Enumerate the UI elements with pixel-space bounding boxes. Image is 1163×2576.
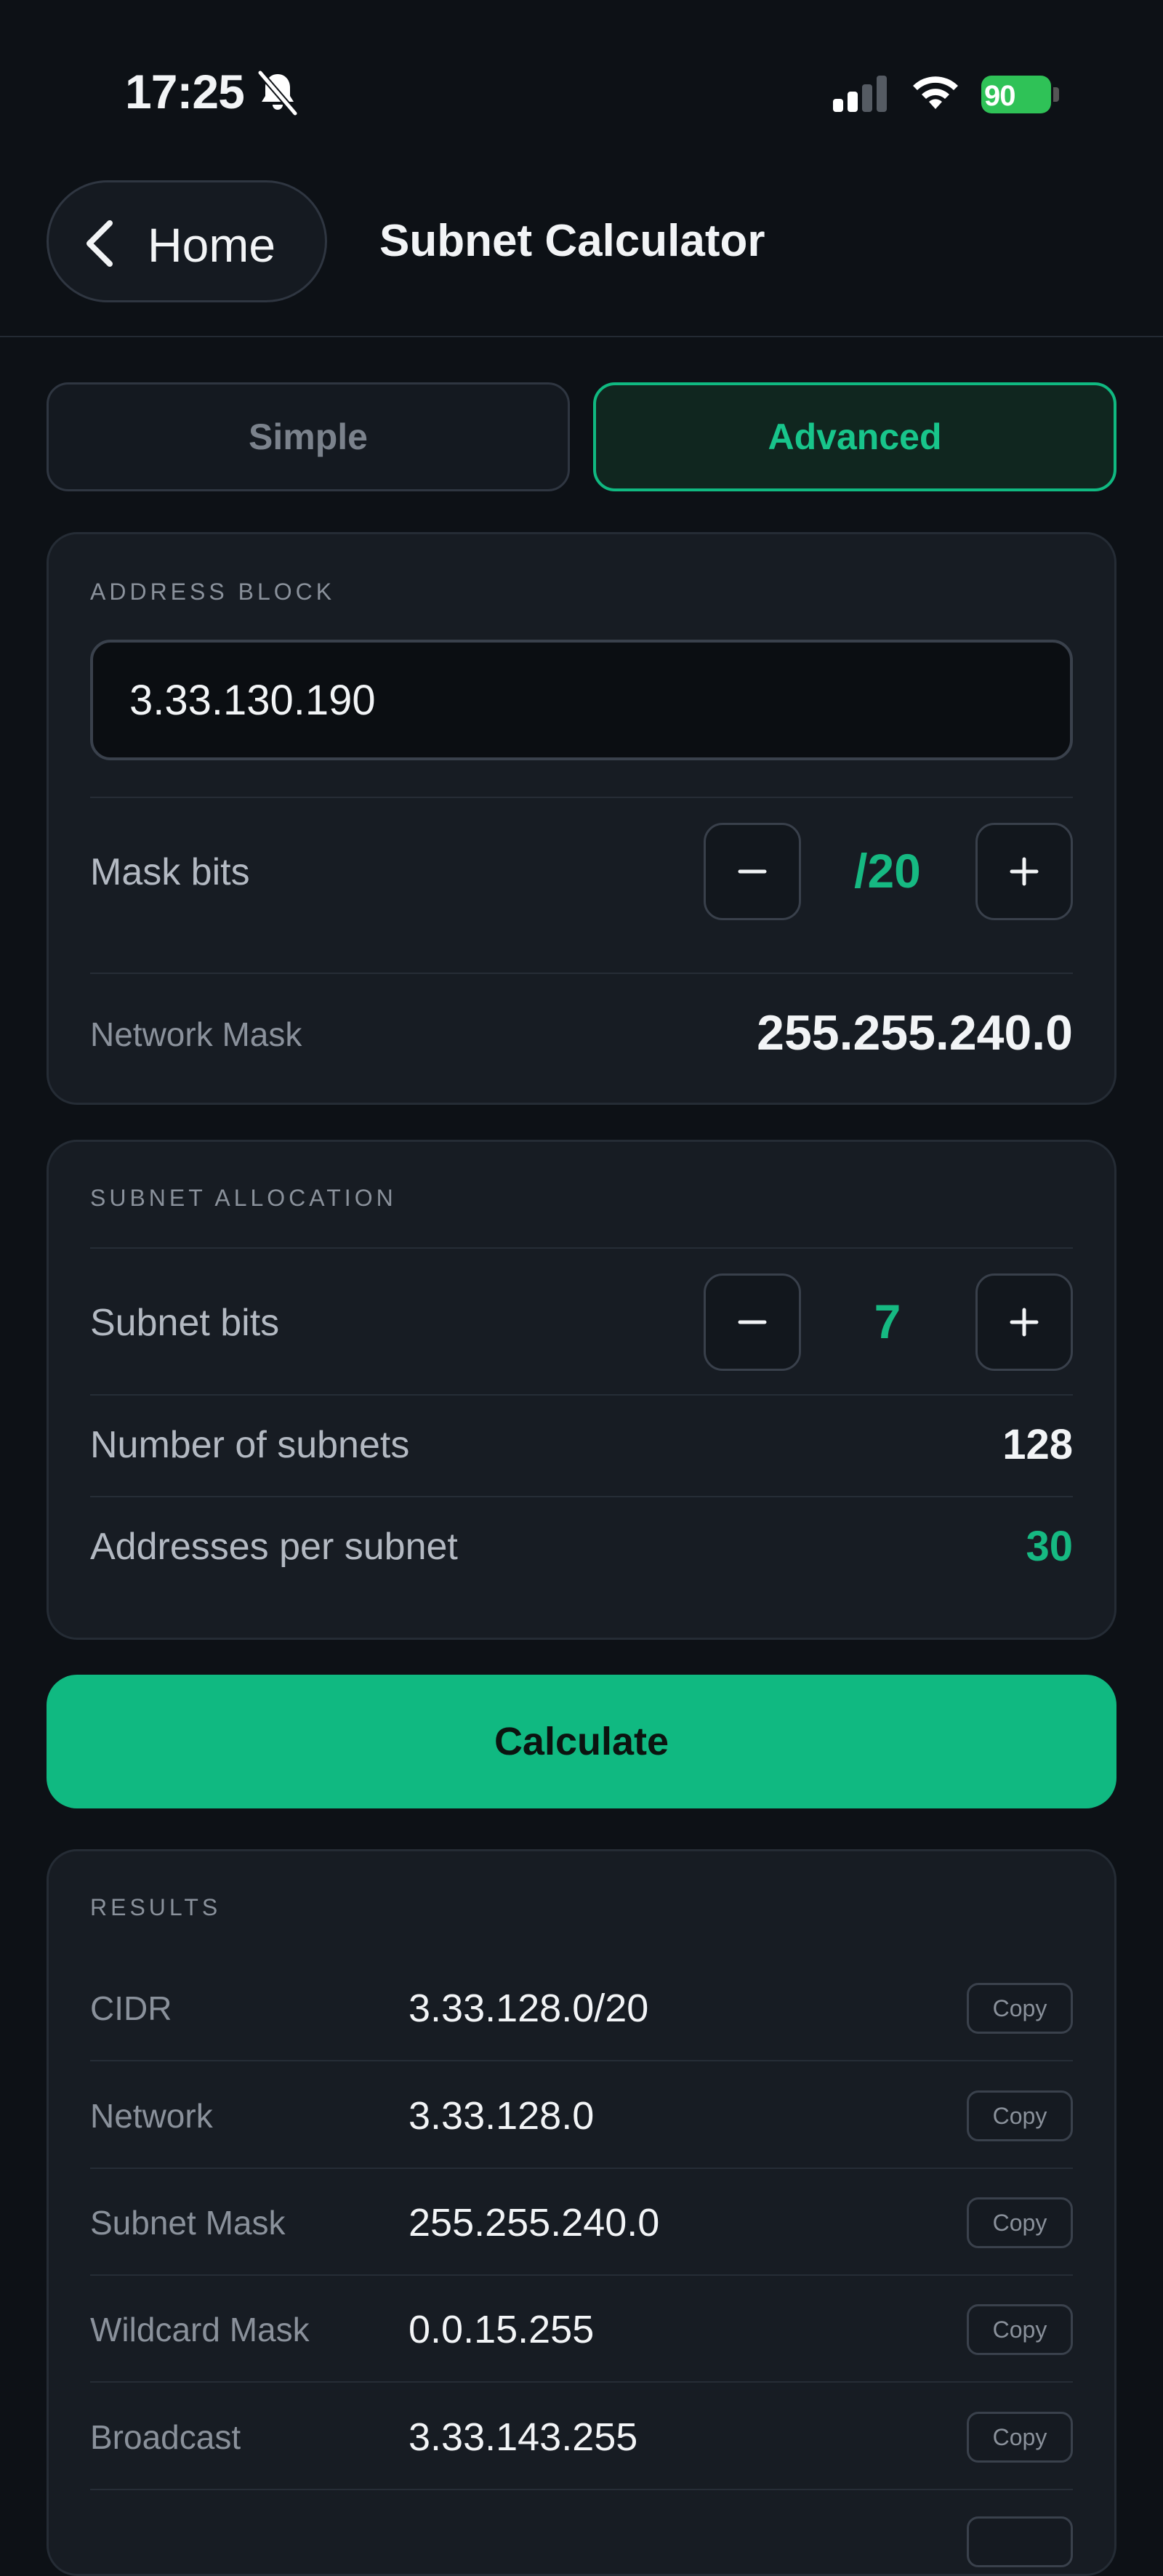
mask-bits-value: /20 [854,844,921,898]
divider [90,1247,1073,1249]
divider [90,1394,1073,1396]
number-of-subnets-value: 128 [1002,1421,1073,1468]
result-label: Network [90,2097,213,2135]
result-label: CIDR [90,1989,172,2027]
network-mask-label: Network Mask [90,1015,302,1053]
wifi-icon [910,73,961,113]
result-label: Subnet Mask [90,2204,286,2242]
battery-percent: 90 [984,80,1015,112]
copy-network-button[interactable]: Copy [967,2090,1073,2141]
tab-simple[interactable]: Simple [47,382,570,491]
battery-icon: 90 [981,76,1061,113]
address-block-heading: ADDRESS BLOCK [90,579,336,605]
back-home-label: Home [148,218,276,272]
address-input-value: 3.33.130.190 [129,677,376,724]
divider [90,2381,1073,2383]
plus-icon [1010,857,1039,886]
status-time: 17:25 [125,65,245,118]
subnet-bits-decrement-button[interactable] [704,1273,801,1371]
bell-muted-icon [256,70,299,116]
copy-cidr-button[interactable]: Copy [967,1983,1073,2034]
subnet-bits-increment-button[interactable] [975,1273,1073,1371]
divider [90,2274,1073,2276]
copy-broadcast-button[interactable]: Copy [967,2412,1073,2463]
copy-button-partial[interactable] [967,2516,1073,2567]
result-value: 3.33.128.0/20 [409,1987,649,2030]
results-heading: RESULTS [90,1894,222,1920]
result-label: Broadcast [90,2418,241,2456]
calculate-button[interactable]: Calculate [47,1675,1116,1808]
copy-subnet-mask-button[interactable]: Copy [967,2197,1073,2248]
addresses-per-subnet-label: Addresses per subnet [90,1526,458,1568]
result-value: 3.33.128.0 [409,2094,595,2138]
chevron-left-icon [84,219,116,268]
divider [90,1496,1073,1497]
plus-icon [1010,1308,1039,1337]
result-label: Wildcard Mask [90,2311,310,2348]
minus-icon [738,1320,767,1324]
page-title: Subnet Calculator [379,216,765,266]
number-of-subnets-label: Number of subnets [90,1424,410,1466]
cellular-signal-icon [833,74,891,115]
divider [90,797,1073,798]
divider [90,973,1073,974]
tab-advanced[interactable]: Advanced [593,382,1116,491]
minus-icon [738,869,767,874]
subnet-allocation-heading: SUBNET ALLOCATION [90,1185,397,1211]
result-value: 255.255.240.0 [409,2201,660,2245]
addresses-per-subnet-value: 30 [1026,1523,1073,1570]
copy-wildcard-mask-button[interactable]: Copy [967,2304,1073,2355]
mask-bits-increment-button[interactable] [975,823,1073,920]
subnet-bits-label: Subnet bits [90,1302,280,1344]
address-input[interactable]: 3.33.130.190 [90,640,1073,760]
result-value: 3.33.143.255 [409,2415,638,2459]
divider [90,2489,1073,2490]
divider [90,2060,1073,2061]
divider [90,2168,1073,2169]
mask-bits-label: Mask bits [90,851,250,893]
header-divider [0,336,1163,337]
network-mask-value: 255.255.240.0 [757,1005,1073,1060]
result-value: 0.0.15.255 [409,2308,595,2351]
mask-bits-decrement-button[interactable] [704,823,801,920]
subnet-bits-value: 7 [874,1295,901,1348]
back-home-button[interactable]: Home [47,180,327,302]
